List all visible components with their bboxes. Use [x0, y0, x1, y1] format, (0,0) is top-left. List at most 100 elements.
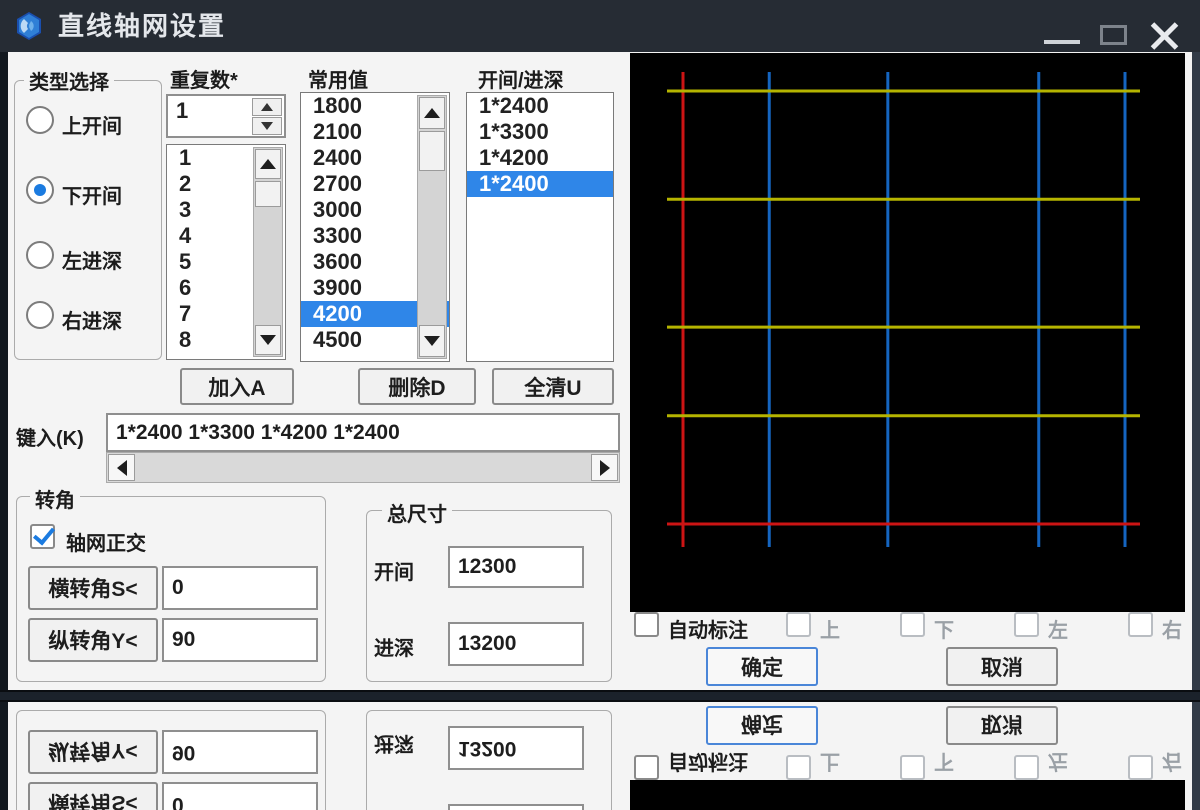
- annotate-right-checkbox[interactable]: [1128, 612, 1153, 637]
- total-size-label: 总尺寸: [382, 498, 452, 527]
- window-frame-right: [1192, 702, 1200, 810]
- clear-all-button[interactable]: 全清U: [492, 368, 614, 405]
- minimize-icon[interactable]: [1044, 40, 1080, 44]
- total-bay-input[interactable]: [448, 546, 584, 588]
- window-reflection: 直线轴网设置 类型选择 上开间 下开间 左进深 右进深 重复数* 1 1 2 3: [0, 696, 1200, 810]
- repeat-count-list[interactable]: 1 2 3 4 5 6 7 8: [166, 144, 286, 360]
- common-values-label: 常用值: [308, 70, 368, 92]
- window-frame-bottom: [0, 690, 1200, 696]
- annotate-top-checkbox: [786, 755, 811, 780]
- annotate-bottom-checkbox: [900, 755, 925, 780]
- radio-left-depth[interactable]: [26, 241, 54, 269]
- scroll-right-icon[interactable]: [591, 454, 618, 481]
- x-rotation-input[interactable]: [162, 566, 318, 610]
- total-depth-label: 进深: [374, 732, 414, 754]
- scroll-up-icon[interactable]: [419, 97, 445, 129]
- annotate-left-checkbox: [1014, 755, 1039, 780]
- total-depth-label: 进深: [374, 638, 414, 660]
- delete-button[interactable]: 删除D: [358, 368, 476, 405]
- ok-button[interactable]: 确定: [706, 647, 818, 686]
- auto-annotate-label[interactable]: 自动标注: [668, 614, 748, 643]
- total-depth-input[interactable]: [448, 622, 584, 666]
- annotate-right-label[interactable]: 右: [1162, 614, 1182, 643]
- stepper-down-icon[interactable]: [252, 117, 282, 135]
- y-rotation-input: [162, 730, 318, 774]
- scroll-thumb[interactable]: [255, 181, 281, 207]
- grid-preview-canvas: [630, 53, 1185, 612]
- cancel-button[interactable]: 取消: [946, 647, 1058, 686]
- radio-bottom-bay-label[interactable]: 下开间: [62, 180, 122, 209]
- total-depth-input: [448, 726, 584, 770]
- annotate-right-checkbox: [1128, 755, 1153, 780]
- annotate-left-label: 左: [1048, 750, 1068, 772]
- bay-depth-label: 开间/进深: [478, 70, 564, 92]
- radio-right-depth-label[interactable]: 右进深: [62, 305, 122, 334]
- grid-preview-canvas: [630, 780, 1185, 810]
- total-bay-input: [448, 804, 584, 810]
- dialog-linear-axis-grid: 直线轴网设置 类型选择 上开间 下开间 左进深 右进深 重复数* 1 1 2 3: [0, 696, 1200, 810]
- x-rotation-button[interactable]: 横转角S<: [28, 566, 158, 610]
- rotation-label: 转角: [30, 484, 80, 513]
- ortho-checkbox-label[interactable]: 轴网正交: [66, 527, 146, 556]
- repeat-count-value: 1: [176, 98, 189, 123]
- ortho-checkbox[interactable]: [30, 524, 55, 549]
- radio-top-bay-label[interactable]: 上开间: [62, 110, 122, 139]
- type-select-label: 类型选择: [24, 66, 114, 95]
- maximize-icon[interactable]: [1100, 25, 1127, 45]
- radio-selected-dot: [34, 184, 46, 196]
- screenshot-stage: 直线轴网设置 类型选择 上开间 下开间 左进深 右进深 重复数* 1 1 2 3: [0, 0, 1200, 810]
- annotate-left-checkbox[interactable]: [1014, 612, 1039, 637]
- annotate-top-label: 上: [820, 750, 840, 772]
- common-values-scrollbar[interactable]: [417, 95, 447, 359]
- annotate-top-checkbox[interactable]: [786, 612, 811, 637]
- radio-top-bay[interactable]: [26, 106, 54, 134]
- list-item[interactable]: 1*2400: [467, 93, 613, 119]
- key-in-scrollbar[interactable]: [106, 452, 620, 483]
- annotate-bottom-label: 下: [934, 750, 954, 772]
- cancel-button: 取消: [946, 706, 1058, 745]
- list-item-selected[interactable]: 1*2400: [467, 171, 613, 197]
- annotate-bottom-label[interactable]: 下: [934, 614, 954, 643]
- list-item[interactable]: 1*3300: [467, 119, 613, 145]
- radio-bottom-bay[interactable]: [26, 176, 54, 204]
- window-frame-left: [0, 52, 8, 690]
- annotate-top-label[interactable]: 上: [820, 614, 840, 643]
- window-frame-left: [0, 702, 8, 810]
- repeat-count-label: 重复数*: [170, 70, 238, 92]
- stepper-up-icon[interactable]: [252, 98, 282, 116]
- radio-right-depth[interactable]: [26, 301, 54, 329]
- repeat-count-stepper[interactable]: 1: [166, 94, 286, 138]
- key-in-input[interactable]: [106, 413, 620, 452]
- auto-annotate-checkbox[interactable]: [634, 612, 659, 637]
- list-item[interactable]: 1*4200: [467, 145, 613, 171]
- scroll-down-icon[interactable]: [419, 325, 445, 357]
- add-button[interactable]: 加入A: [180, 368, 294, 405]
- app-logo-icon: [17, 12, 41, 40]
- total-size-group: [366, 710, 612, 810]
- ok-button: 确定: [706, 706, 818, 745]
- repeat-list-scrollbar[interactable]: [253, 147, 283, 357]
- scroll-up-icon[interactable]: [255, 149, 281, 179]
- window-frame-bottom: [0, 696, 1200, 702]
- common-values-list[interactable]: 1800 2100 2400 2700 3000 3300 3600 3900 …: [300, 92, 450, 362]
- scroll-left-icon[interactable]: [108, 454, 135, 481]
- y-rotation-input[interactable]: [162, 618, 318, 662]
- annotate-left-label[interactable]: 左: [1048, 614, 1068, 643]
- dialog-linear-axis-grid: 直线轴网设置 类型选择 上开间 下开间 左进深 右进深 重复数* 1 1 2 3: [0, 0, 1200, 696]
- annotate-bottom-checkbox[interactable]: [900, 612, 925, 637]
- titlebar[interactable]: 直线轴网设置: [0, 0, 1200, 52]
- total-bay-label: 开间: [374, 562, 414, 584]
- radio-left-depth-label[interactable]: 左进深: [62, 245, 122, 274]
- auto-annotate-checkbox: [634, 755, 659, 780]
- bay-depth-list[interactable]: 1*2400 1*3300 1*4200 1*2400: [466, 92, 614, 362]
- rotation-group: [16, 710, 326, 810]
- close-icon[interactable]: [1148, 20, 1180, 52]
- annotate-right-label: 右: [1162, 750, 1182, 772]
- auto-annotate-label: 自动标注: [668, 750, 748, 772]
- window-title: 直线轴网设置: [58, 11, 227, 41]
- key-in-label: 键入(K): [16, 428, 84, 450]
- x-rotation-button: 横转角S<: [28, 782, 158, 810]
- y-rotation-button[interactable]: 纵转角Y<: [28, 618, 158, 662]
- scroll-thumb[interactable]: [419, 131, 445, 171]
- scroll-down-icon[interactable]: [255, 325, 281, 355]
